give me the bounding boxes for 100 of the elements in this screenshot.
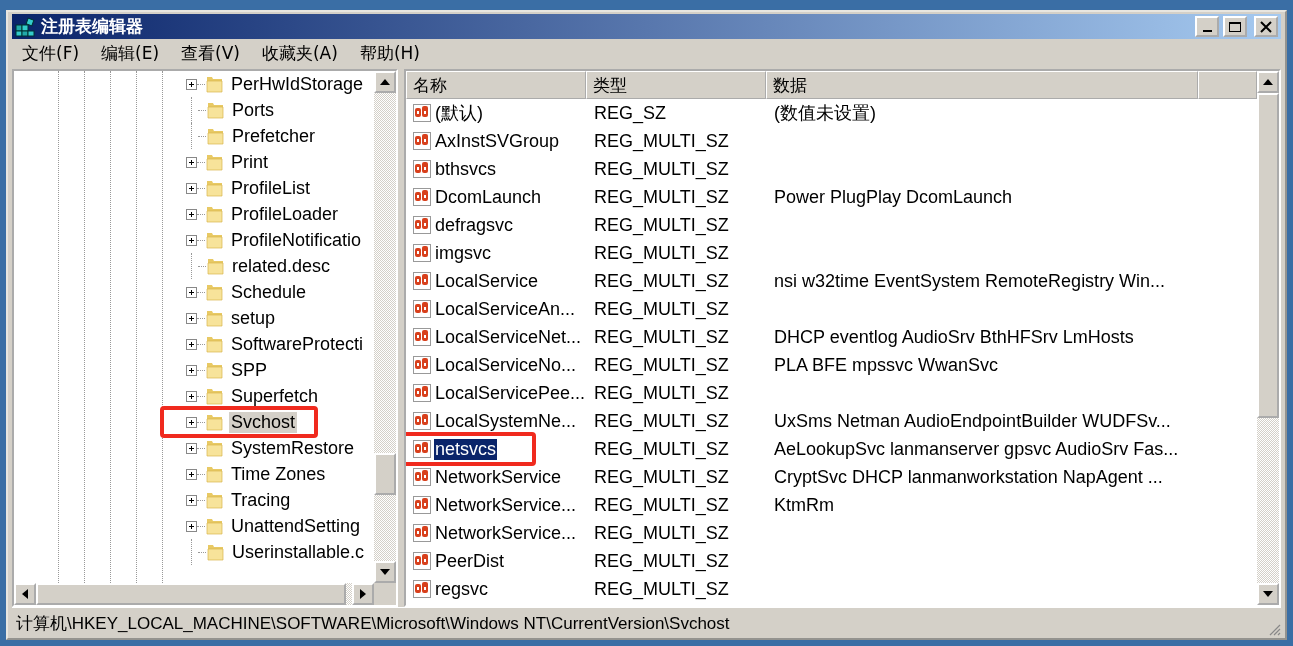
tree-item[interactable]: Time Zones bbox=[229, 463, 328, 485]
expand-icon[interactable] bbox=[186, 416, 197, 428]
tree-item[interactable]: UnattendSetting bbox=[229, 515, 363, 537]
tree-item[interactable]: ProfileNotificatio bbox=[229, 229, 364, 251]
folder-icon bbox=[205, 464, 225, 484]
expand-icon[interactable] bbox=[186, 156, 197, 168]
expand-icon[interactable] bbox=[186, 286, 197, 298]
scrollbar-thumb[interactable] bbox=[36, 583, 346, 605]
scroll-up-button[interactable] bbox=[1257, 71, 1279, 93]
tree-item[interactable]: Print bbox=[229, 151, 270, 173]
scroll-right-button[interactable] bbox=[352, 583, 374, 605]
expand-icon[interactable] bbox=[186, 494, 197, 506]
scroll-left-button[interactable] bbox=[14, 583, 36, 605]
value-name[interactable]: imgsvc bbox=[434, 242, 492, 264]
tree-item[interactable]: ProfileList bbox=[229, 177, 313, 199]
scrollbar[interactable] bbox=[1257, 71, 1279, 605]
table-cell-text: REG_MULTI_SZ bbox=[593, 494, 730, 516]
tree-item[interactable]: setup bbox=[229, 307, 278, 329]
folder-icon bbox=[206, 100, 226, 120]
value-name[interactable]: netsvcs bbox=[434, 438, 498, 460]
menu-item[interactable]: 帮助(H) bbox=[359, 42, 420, 65]
resize-grip-icon[interactable] bbox=[1267, 622, 1281, 636]
scroll-down-button[interactable] bbox=[374, 561, 396, 583]
tree-item[interactable]: related.desc bbox=[230, 255, 333, 277]
expand-icon[interactable] bbox=[186, 208, 197, 220]
maximize-button[interactable] bbox=[1223, 16, 1247, 37]
value-name[interactable]: DcomLaunch bbox=[434, 186, 543, 208]
value-name[interactable]: LocalService bbox=[434, 270, 540, 292]
table-cell-text: nsi w32time EventSystem RemoteRegistry Win... bbox=[773, 270, 1166, 292]
folder-icon bbox=[205, 308, 225, 328]
value-name[interactable]: defragsvc bbox=[434, 214, 515, 236]
value-name[interactable]: LocalServiceAn... bbox=[434, 298, 577, 320]
expand-icon[interactable] bbox=[186, 338, 197, 350]
tree-item[interactable]: Prefetcher bbox=[230, 125, 318, 147]
tree-item[interactable]: Svchost bbox=[229, 411, 298, 433]
tree-item[interactable]: Schedule bbox=[229, 281, 309, 303]
menu-item[interactable]: 查看(V) bbox=[181, 42, 240, 65]
table-cell-text: REG_MULTI_SZ bbox=[593, 438, 730, 460]
expand-icon[interactable] bbox=[186, 364, 197, 376]
expand-icon[interactable] bbox=[186, 390, 197, 402]
expand-icon[interactable] bbox=[186, 520, 197, 532]
table-cell-text: REG_MULTI_SZ bbox=[593, 578, 730, 600]
table-cell-text: REG_MULTI_SZ bbox=[593, 298, 730, 320]
scrollbar-thumb[interactable] bbox=[1257, 93, 1279, 418]
tree-item[interactable]: SoftwareProtecti bbox=[229, 333, 366, 355]
scrollbar-thumb[interactable] bbox=[374, 453, 396, 495]
tree-item[interactable]: PerHwIdStorage bbox=[229, 73, 366, 95]
value-name[interactable]: AxInstSVGroup bbox=[434, 130, 561, 152]
string-value-icon bbox=[412, 495, 432, 515]
expand-icon[interactable] bbox=[186, 468, 197, 480]
expand-icon[interactable] bbox=[186, 78, 197, 90]
tree-item[interactable]: SystemRestore bbox=[229, 437, 357, 459]
up-caret-icon bbox=[380, 79, 390, 85]
value-name[interactable]: NetworkService bbox=[434, 466, 563, 488]
menu-item[interactable]: 编辑(E) bbox=[101, 42, 160, 65]
value-name[interactable]: bthsvcs bbox=[434, 158, 498, 180]
value-name[interactable]: LocalServicePee... bbox=[434, 382, 587, 404]
maximize-icon bbox=[1228, 20, 1242, 33]
string-value-icon bbox=[412, 523, 432, 543]
folder-icon bbox=[205, 386, 225, 406]
scroll-up-button[interactable] bbox=[374, 71, 396, 93]
value-name[interactable]: (默认) bbox=[434, 101, 484, 125]
column-header[interactable]: 名称 bbox=[406, 71, 586, 99]
value-name[interactable]: LocalSystemNe... bbox=[434, 410, 578, 432]
expand-icon[interactable] bbox=[186, 442, 197, 454]
up-caret-icon bbox=[1263, 79, 1273, 85]
folder-icon bbox=[205, 516, 225, 536]
string-value-icon bbox=[412, 299, 432, 319]
tree-item[interactable]: SPP bbox=[229, 359, 270, 381]
tree-item[interactable]: Superfetch bbox=[229, 385, 321, 407]
table-cell-text: REG_MULTI_SZ bbox=[593, 382, 730, 404]
table-cell-text: REG_MULTI_SZ bbox=[593, 130, 730, 152]
column-header[interactable]: 数据 bbox=[766, 71, 1198, 99]
scrollbar[interactable] bbox=[14, 583, 396, 605]
scroll-down-button[interactable] bbox=[1257, 583, 1279, 605]
minimize-button[interactable] bbox=[1195, 16, 1219, 37]
scrollbar[interactable] bbox=[374, 71, 396, 583]
down-caret-icon bbox=[1263, 591, 1273, 597]
value-name[interactable]: NetworkService... bbox=[434, 494, 578, 516]
expand-icon[interactable] bbox=[186, 182, 197, 194]
table-cell-text: REG_MULTI_SZ bbox=[593, 550, 730, 572]
value-name[interactable]: PeerDist bbox=[434, 550, 506, 572]
expand-icon[interactable] bbox=[186, 234, 197, 246]
expand-icon[interactable] bbox=[186, 312, 197, 324]
value-name[interactable]: regsvc bbox=[434, 578, 489, 600]
tree-item[interactable]: ProfileLoader bbox=[229, 203, 341, 225]
value-name[interactable]: NetworkService... bbox=[434, 522, 578, 544]
column-header[interactable]: 类型 bbox=[586, 71, 766, 99]
tree-item[interactable]: Userinstallable.c bbox=[230, 541, 367, 563]
tree-item[interactable]: Tracing bbox=[229, 489, 293, 511]
table-cell-text: REG_MULTI_SZ bbox=[593, 326, 730, 348]
folder-icon bbox=[205, 178, 225, 198]
string-value-icon bbox=[412, 103, 432, 123]
menu-item[interactable]: 文件(F) bbox=[22, 42, 80, 65]
close-button[interactable] bbox=[1254, 16, 1278, 37]
string-value-icon bbox=[412, 159, 432, 179]
tree-item[interactable]: Ports bbox=[230, 99, 276, 121]
value-name[interactable]: LocalServiceNet... bbox=[434, 326, 583, 348]
menu-item[interactable]: 收藏夹(A) bbox=[261, 42, 338, 65]
value-name[interactable]: LocalServiceNo... bbox=[434, 354, 578, 376]
